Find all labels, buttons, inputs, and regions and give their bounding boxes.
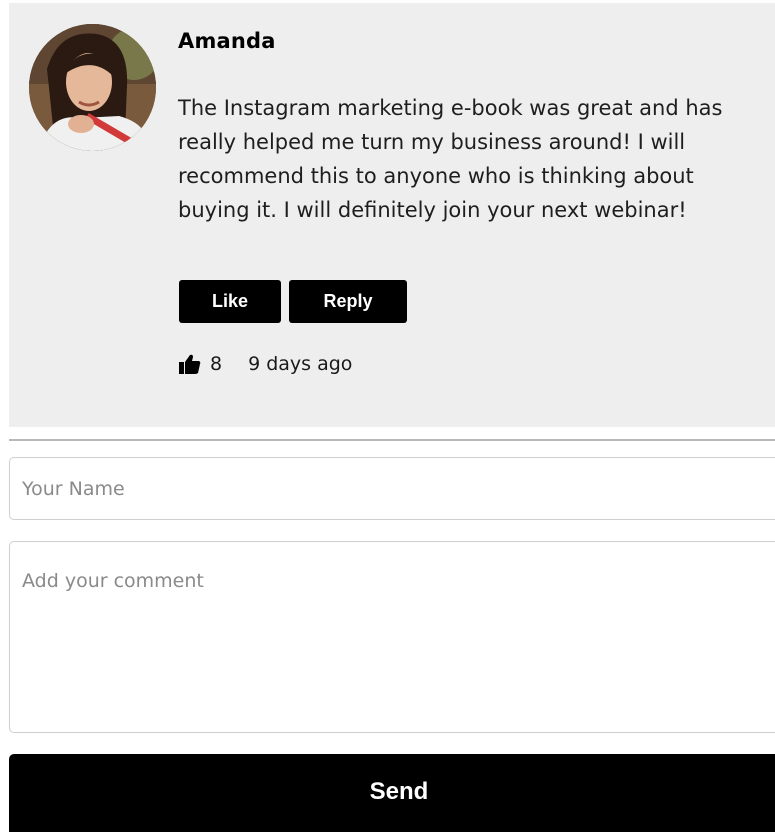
reply-button[interactable]: Reply <box>289 280 407 323</box>
comment-input[interactable] <box>9 541 775 733</box>
comment-text: The Instagram marketing e-book was great… <box>178 96 723 222</box>
section-divider <box>9 439 775 441</box>
comment-card: Amanda The Instagram marketing e-book wa… <box>9 3 775 427</box>
like-button[interactable]: Like <box>179 280 281 323</box>
thumbs-up-icon <box>179 354 201 374</box>
name-input[interactable] <box>9 457 775 520</box>
comment-author: Amanda <box>178 29 276 53</box>
avatar-image <box>29 24 156 151</box>
avatar <box>29 24 156 151</box>
send-button[interactable]: Send <box>9 754 775 832</box>
like-count: 8 <box>210 353 223 375</box>
comment-section: Amanda The Instagram marketing e-book wa… <box>0 0 775 832</box>
comment-timestamp: 9 days ago <box>248 353 353 375</box>
comment-actions: Like Reply <box>179 280 407 323</box>
comment-meta: 8 9 days ago <box>179 353 352 375</box>
